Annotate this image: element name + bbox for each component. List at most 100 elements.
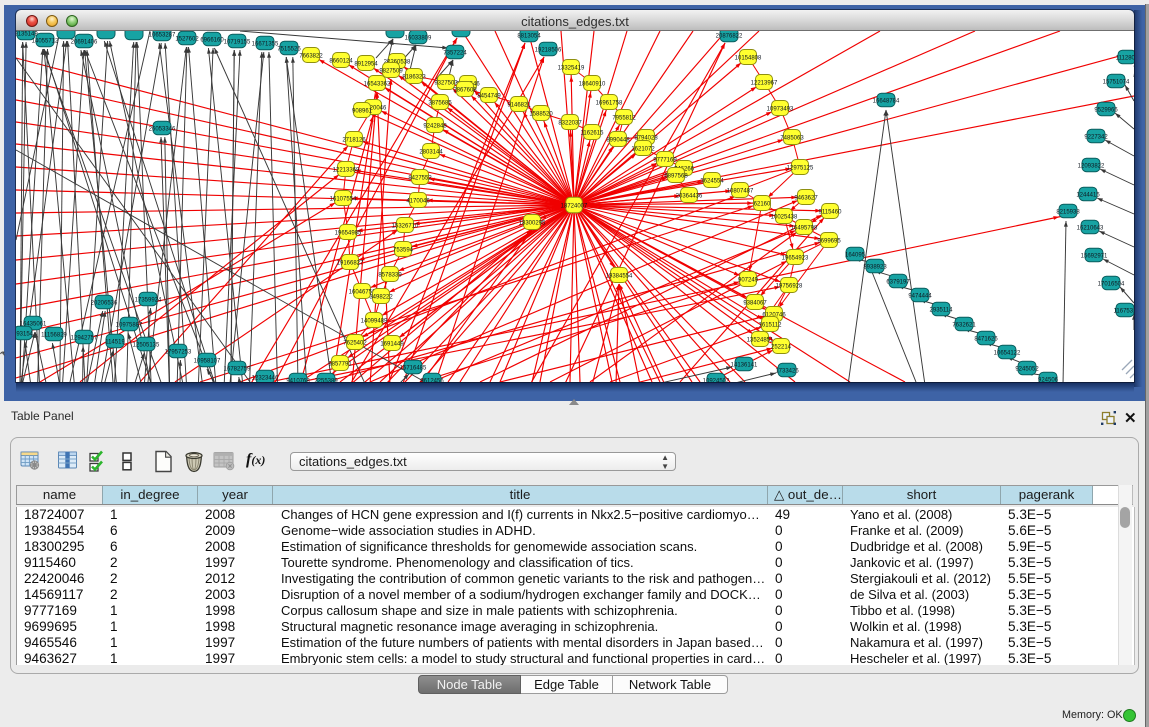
- svg-text:10958107: 10958107: [194, 358, 221, 364]
- svg-text:1615112: 1615112: [759, 322, 783, 328]
- svg-text:10973493: 10973493: [767, 106, 794, 112]
- svg-text:9384067: 9384067: [743, 300, 767, 306]
- svg-text:7357224: 7357224: [443, 50, 467, 56]
- svg-text:9135149: 9135149: [16, 31, 38, 37]
- svg-text:16782759: 16782759: [224, 366, 251, 372]
- svg-text:10154808: 10154808: [735, 55, 762, 61]
- svg-text:8322037: 8322037: [558, 120, 582, 126]
- svg-text:9827509: 9827509: [379, 68, 403, 74]
- svg-text:7955812: 7955812: [612, 115, 636, 121]
- svg-text:1162615: 1162615: [581, 130, 605, 136]
- svg-text:8938923: 8938923: [863, 264, 887, 270]
- svg-text:9327503: 9327503: [434, 80, 458, 86]
- svg-text:19654985: 19654985: [335, 230, 362, 236]
- svg-text:3624554: 3624554: [700, 178, 724, 184]
- svg-text:1527602: 1527602: [175, 36, 199, 42]
- svg-text:18300295: 18300295: [519, 220, 546, 226]
- svg-text:19166827: 19166827: [337, 260, 364, 266]
- svg-text:8813054: 8813054: [517, 33, 541, 39]
- svg-text:9474444: 9474444: [908, 293, 932, 299]
- svg-text:14055712: 14055712: [32, 38, 59, 44]
- svg-text:16648784: 16648784: [873, 98, 900, 104]
- svg-text:1244415: 1244415: [1076, 192, 1100, 198]
- svg-text:62160: 62160: [754, 201, 771, 207]
- svg-text:18640910: 18640910: [579, 81, 606, 87]
- svg-text:20364436: 20364436: [676, 193, 703, 199]
- svg-text:20876822: 20876822: [716, 33, 743, 39]
- svg-text:17359924: 17359924: [135, 297, 162, 303]
- svg-text:1112803: 1112803: [1116, 55, 1134, 61]
- svg-text:12975125: 12975125: [787, 165, 814, 171]
- svg-text:7515526: 7515526: [277, 46, 301, 52]
- svg-text:15326710: 15326710: [392, 223, 419, 229]
- svg-text:252214: 252214: [771, 344, 792, 350]
- svg-text:9699695: 9699695: [817, 238, 841, 244]
- svg-text:8427552: 8427552: [408, 175, 432, 181]
- svg-text:10807487: 10807487: [727, 188, 754, 194]
- svg-text:11156829: 11156829: [41, 332, 67, 338]
- svg-text:16033809: 16033809: [405, 35, 432, 41]
- svg-text:14136141: 14136141: [731, 362, 758, 368]
- svg-text:9146821: 9146821: [507, 102, 531, 108]
- svg-text:16543362: 16543362: [364, 81, 391, 87]
- svg-text:7632621: 7632621: [952, 322, 976, 328]
- svg-text:15692971: 15692971: [1081, 253, 1108, 259]
- svg-text:9777169: 9777169: [653, 157, 677, 163]
- svg-text:908961: 908961: [352, 108, 373, 114]
- svg-text:16495798: 16495798: [791, 225, 818, 231]
- svg-text:6966160: 6966160: [200, 37, 224, 43]
- svg-text:12213967: 12213967: [751, 80, 778, 86]
- svg-text:13325419: 13325419: [558, 65, 585, 71]
- svg-text:16671355: 16671355: [252, 41, 279, 47]
- svg-text:4170046: 4170046: [406, 198, 430, 204]
- svg-text:19654923: 19654923: [782, 255, 809, 261]
- svg-text:19218506: 19218506: [535, 47, 562, 53]
- svg-text:16210643: 16210643: [1077, 225, 1104, 231]
- svg-text:13524851: 13524851: [747, 337, 774, 343]
- svg-text:17016504: 17016504: [1098, 281, 1125, 287]
- svg-text:9245052: 9245052: [1015, 366, 1039, 372]
- svg-text:8471626: 8471626: [974, 336, 998, 342]
- svg-text:9857791: 9857791: [328, 361, 352, 367]
- svg-text:15716485: 15716485: [400, 365, 427, 371]
- svg-text:1733426: 1733426: [775, 368, 799, 374]
- svg-text:26053346: 26053346: [149, 126, 176, 132]
- svg-text:2255389: 2255389: [314, 378, 338, 382]
- svg-text:10654122: 10654122: [994, 350, 1021, 356]
- svg-text:20206536: 20206536: [91, 300, 118, 306]
- svg-text:10025438: 10025438: [771, 214, 798, 220]
- svg-text:114519: 114519: [105, 339, 125, 345]
- svg-text:19756928: 19756928: [776, 283, 803, 289]
- svg-text:12505135: 12505135: [133, 342, 160, 348]
- svg-text:12093822: 12093822: [1078, 163, 1105, 169]
- svg-text:10653287: 10653287: [149, 32, 176, 38]
- svg-text:1691449: 1691449: [380, 341, 404, 347]
- svg-text:393154: 393154: [16, 331, 34, 337]
- svg-text:12323446: 12323446: [252, 375, 279, 381]
- svg-text:9463627: 9463627: [794, 195, 818, 201]
- svg-text:7625402: 7625402: [343, 340, 367, 346]
- svg-text:10975887: 10975887: [116, 322, 143, 328]
- svg-text:9410768: 9410768: [286, 378, 310, 382]
- svg-text:9115460: 9115460: [819, 209, 843, 215]
- svg-text:2718126: 2718126: [342, 137, 366, 143]
- svg-text:9227342: 9227342: [1084, 134, 1108, 140]
- svg-text:17957253: 17957253: [165, 349, 192, 355]
- svg-text:10719155: 10719155: [224, 39, 251, 45]
- svg-text:12213369: 12213369: [333, 167, 360, 173]
- svg-text:1621072: 1621072: [631, 146, 655, 152]
- svg-text:753594: 753594: [393, 247, 414, 253]
- svg-text:1588520: 1588520: [529, 111, 553, 117]
- svg-text:1167531: 1167531: [1114, 308, 1134, 314]
- svg-text:9529966: 9529966: [1094, 107, 1118, 113]
- svg-text:164095: 164095: [845, 252, 866, 258]
- svg-text:6897568: 6897568: [664, 173, 688, 179]
- svg-text:20691406: 20691406: [71, 39, 98, 45]
- svg-text:7485063: 7485063: [780, 135, 804, 141]
- svg-text:3875685: 3875685: [428, 100, 452, 106]
- svg-text:8612456: 8612456: [420, 378, 444, 382]
- svg-text:16961758: 16961758: [596, 100, 623, 106]
- svg-text:19384554: 19384554: [606, 273, 633, 279]
- svg-text:14099489: 14099489: [361, 318, 388, 324]
- svg-text:8578339: 8578339: [378, 272, 402, 278]
